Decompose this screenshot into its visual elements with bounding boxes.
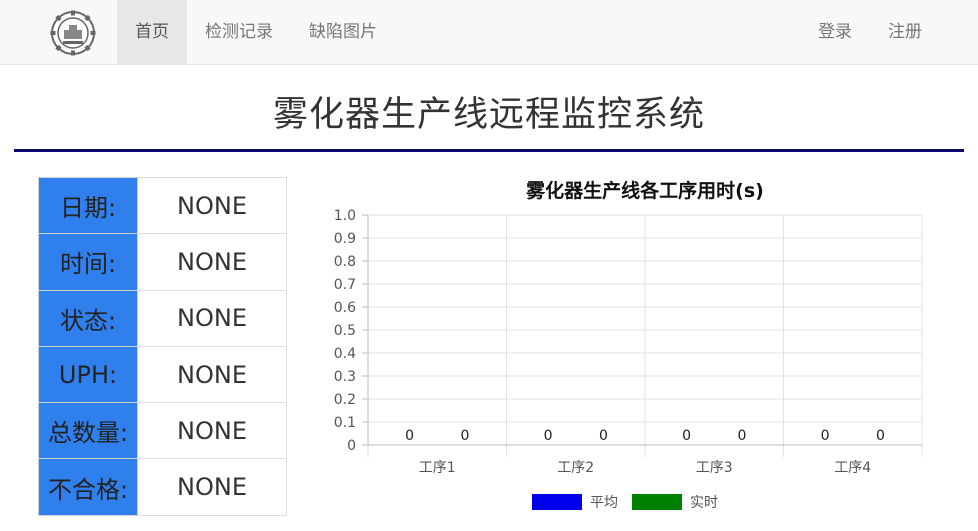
info-label: 状态:: [38, 289, 138, 347]
y-tick-label: 0.2: [334, 392, 356, 408]
x-tick-label: 工序3: [696, 460, 733, 476]
y-tick-label: 0.7: [334, 277, 356, 293]
y-tick-label: 0.9: [334, 231, 356, 247]
nav-item-0[interactable]: 首页: [117, 0, 187, 64]
info-row: UPH: NONE: [38, 345, 287, 404]
nav-item-1[interactable]: 检测记录: [187, 0, 291, 64]
page-title: 雾化器生产线远程监控系统: [272, 95, 705, 135]
data-label: 0: [737, 428, 746, 444]
y-tick-label: 0.4: [334, 346, 356, 362]
info-value: NONE: [137, 289, 287, 347]
info-row: 总数量: NONE: [38, 402, 287, 460]
info-label: 日期:: [38, 176, 138, 235]
info-value: NONE: [137, 345, 287, 404]
info-value: NONE: [137, 176, 287, 235]
y-tick-label: 0.8: [334, 254, 356, 270]
data-label: 0: [460, 428, 469, 444]
login-link[interactable]: 登录: [800, 0, 870, 64]
legend-label: 平均: [590, 495, 618, 511]
status-info-table: 日期: NONE 时间: NONE 状态: NONE UPH: NONE 总数量: NONE 不合格…: [38, 176, 287, 516]
legend-swatch: [632, 494, 682, 510]
data-label: 0: [682, 428, 691, 444]
y-tick-label: 0.5: [334, 323, 356, 339]
info-label: 总数量:: [38, 402, 138, 460]
info-value: NONE: [137, 402, 287, 460]
university-emblem-icon[interactable]: [50, 10, 96, 56]
x-tick-label: 工序1: [419, 460, 456, 476]
info-value: NONE: [137, 458, 287, 516]
y-tick-label: 1.0: [334, 208, 356, 224]
nav-right: 登录 注册: [800, 0, 940, 64]
data-label: 0: [821, 428, 830, 444]
info-row: 时间: NONE: [38, 233, 287, 291]
info-row: 状态: NONE: [38, 289, 287, 347]
y-tick-label: 0: [347, 438, 356, 454]
info-row: 日期: NONE: [38, 176, 287, 235]
chart-title: 雾化器生产线各工序用时(s): [526, 179, 764, 202]
info-row: 不合格: NONE: [38, 458, 287, 516]
register-link[interactable]: 注册: [870, 0, 940, 64]
y-tick-label: 0.3: [334, 369, 356, 385]
legend-swatch: [532, 494, 582, 510]
info-label: 不合格:: [38, 458, 138, 516]
nav-left: 首页 检测记录 缺陷图片: [117, 0, 395, 64]
y-tick-label: 0.6: [334, 300, 356, 316]
title-divider: [14, 149, 964, 152]
legend-label: 实时: [690, 495, 718, 511]
info-label: 时间:: [38, 233, 138, 291]
data-label: 0: [544, 428, 553, 444]
info-value: NONE: [137, 233, 287, 291]
info-label: UPH:: [38, 345, 138, 404]
data-label: 0: [876, 428, 885, 444]
y-tick-label: 0.1: [334, 415, 356, 431]
data-label: 0: [599, 428, 608, 444]
x-tick-label: 工序2: [557, 460, 594, 476]
nav-item-2[interactable]: 缺陷图片: [291, 0, 395, 64]
navbar: 首页 检测记录 缺陷图片 登录 注册: [0, 0, 978, 65]
data-label: 0: [405, 428, 414, 444]
process-time-bar-chart: 雾化器生产线各工序用时(s) 0 0.1 0.2 0.3 0.4 0.5 0.6 0.7 0.8 0…: [334, 179, 923, 511]
x-tick-label: 工序4: [834, 460, 871, 476]
